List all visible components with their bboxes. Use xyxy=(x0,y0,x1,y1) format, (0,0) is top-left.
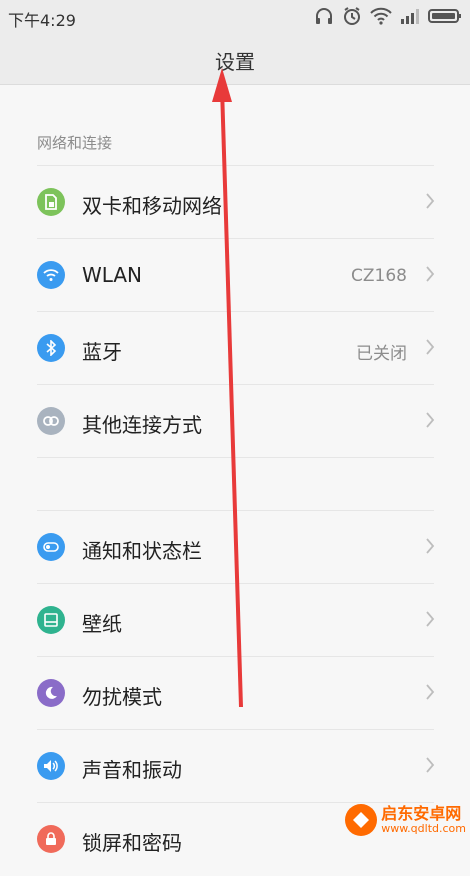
chevron-right-icon xyxy=(425,682,435,706)
settings-row-dual-sim[interactable]: 双卡和移动网络 xyxy=(0,166,470,239)
row-label: 其他连接方式 xyxy=(82,413,202,437)
row-label: 勿扰模式 xyxy=(82,685,162,709)
row-label: 锁屏和密码 xyxy=(82,831,182,855)
settings-row-do-not-disturb[interactable]: 勿扰模式 xyxy=(0,657,470,730)
settings-row-sound[interactable]: 声音和振动 xyxy=(0,730,470,803)
lock-icon xyxy=(37,825,65,853)
status-bar: 下午4:29 xyxy=(0,0,470,34)
row-value: 已关闭 xyxy=(356,344,407,364)
row-value: CZ168 xyxy=(351,266,407,286)
battery-icon xyxy=(428,8,462,24)
chevron-right-icon xyxy=(425,264,435,288)
status-icons xyxy=(314,6,462,26)
watermark: 启东安卓网 www.qdltd.com xyxy=(345,804,466,836)
chevron-right-icon xyxy=(425,410,435,434)
wifi-status-icon xyxy=(370,7,392,25)
section-header-network: 网络和连接 xyxy=(37,134,113,152)
row-label: 声音和振动 xyxy=(82,758,182,782)
bluetooth-icon xyxy=(37,334,65,362)
settings-row-notifications[interactable]: 通知和状态栏 xyxy=(0,511,470,584)
link-icon xyxy=(37,407,65,435)
sim-icon xyxy=(37,188,65,216)
notification-icon xyxy=(37,533,65,561)
page-title: 设置 xyxy=(215,50,255,74)
moon-icon xyxy=(37,679,65,707)
settings-row-wlan[interactable]: WLAN CZ168 xyxy=(0,239,470,312)
watermark-url: www.qdltd.com xyxy=(381,821,466,835)
settings-row-other-connections[interactable]: 其他连接方式 xyxy=(0,385,470,458)
watermark-logo-icon xyxy=(345,804,378,836)
signal-icon xyxy=(400,8,420,24)
settings-row-bluetooth[interactable]: 蓝牙 已关闭 xyxy=(0,312,470,385)
watermark-title: 启东安卓网 xyxy=(381,804,462,824)
row-label: 双卡和移动网络 xyxy=(82,194,222,218)
chevron-right-icon xyxy=(425,191,435,215)
chevron-right-icon xyxy=(425,609,435,633)
chevron-right-icon xyxy=(425,337,435,361)
headphones-icon xyxy=(314,7,334,25)
wallpaper-icon xyxy=(37,606,65,634)
alarm-icon xyxy=(342,6,362,26)
title-bar: 设置 xyxy=(0,34,470,85)
chevron-right-icon xyxy=(425,755,435,779)
row-label: 壁纸 xyxy=(82,612,122,636)
divider xyxy=(37,457,434,458)
row-label: 通知和状态栏 xyxy=(82,539,202,563)
wifi-icon xyxy=(37,261,65,289)
chevron-right-icon xyxy=(425,536,435,560)
speaker-icon xyxy=(37,752,65,780)
row-label: 蓝牙 xyxy=(82,340,122,364)
settings-row-wallpaper[interactable]: 壁纸 xyxy=(0,584,470,657)
status-time: 下午4:29 xyxy=(8,11,76,30)
row-label: WLAN xyxy=(82,263,143,287)
